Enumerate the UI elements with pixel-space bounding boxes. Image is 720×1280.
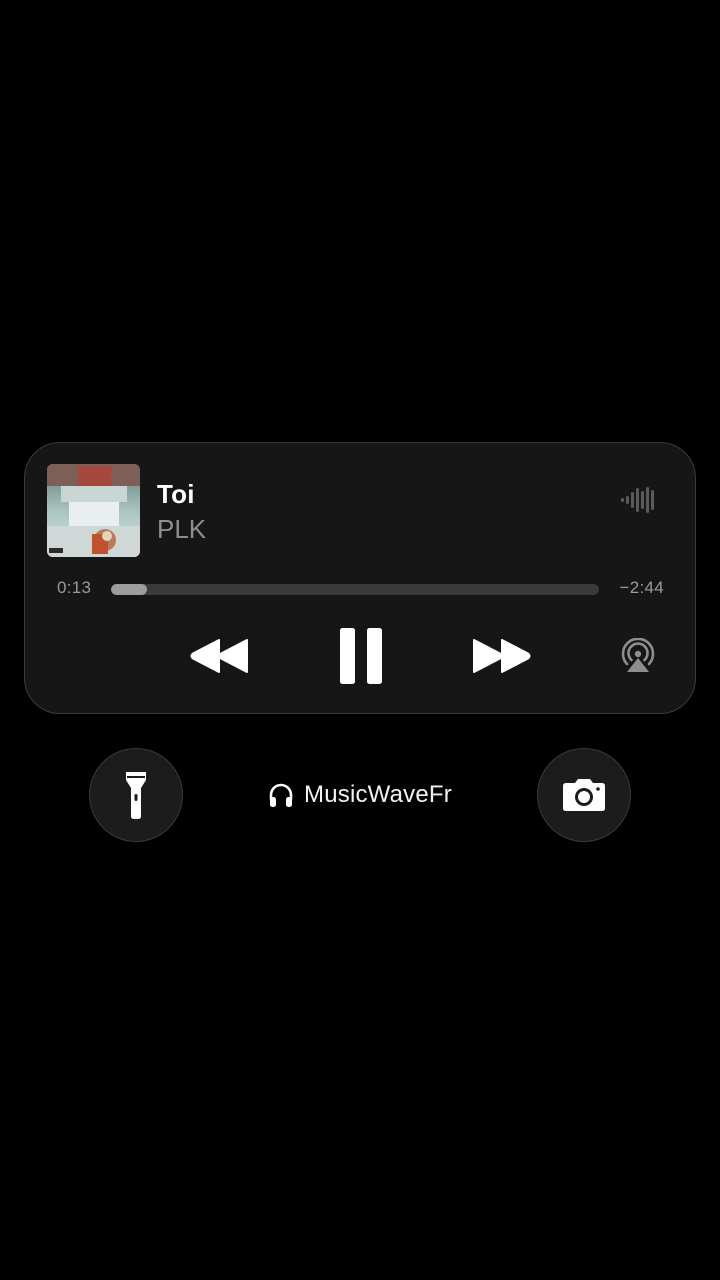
credit-text: MusicWaveFr [304, 781, 452, 808]
flashlight-icon [126, 772, 146, 819]
progress-bar[interactable] [111, 584, 599, 595]
elapsed-time: 0:13 [57, 578, 92, 597]
now-playing-card[interactable]: Toi PLK 0:13 −2:44 [24, 442, 696, 714]
track-title: Toi [157, 479, 195, 509]
headphones-icon [269, 783, 293, 807]
camera-button[interactable] [537, 748, 631, 842]
backward-icon[interactable] [190, 637, 250, 675]
album-art[interactable] [47, 464, 140, 557]
track-artist: PLK [157, 514, 207, 544]
album-art-image [47, 464, 140, 557]
camera-icon [563, 779, 605, 811]
forward-icon[interactable] [471, 637, 531, 675]
remaining-time: −2:44 [619, 578, 664, 597]
pause-icon[interactable] [340, 628, 384, 684]
flashlight-button[interactable] [89, 748, 183, 842]
progress-fill [111, 584, 148, 595]
credit-label: MusicWaveFr [268, 778, 452, 812]
airplay-icon[interactable] [619, 638, 657, 674]
waveform-icon[interactable] [621, 485, 659, 515]
